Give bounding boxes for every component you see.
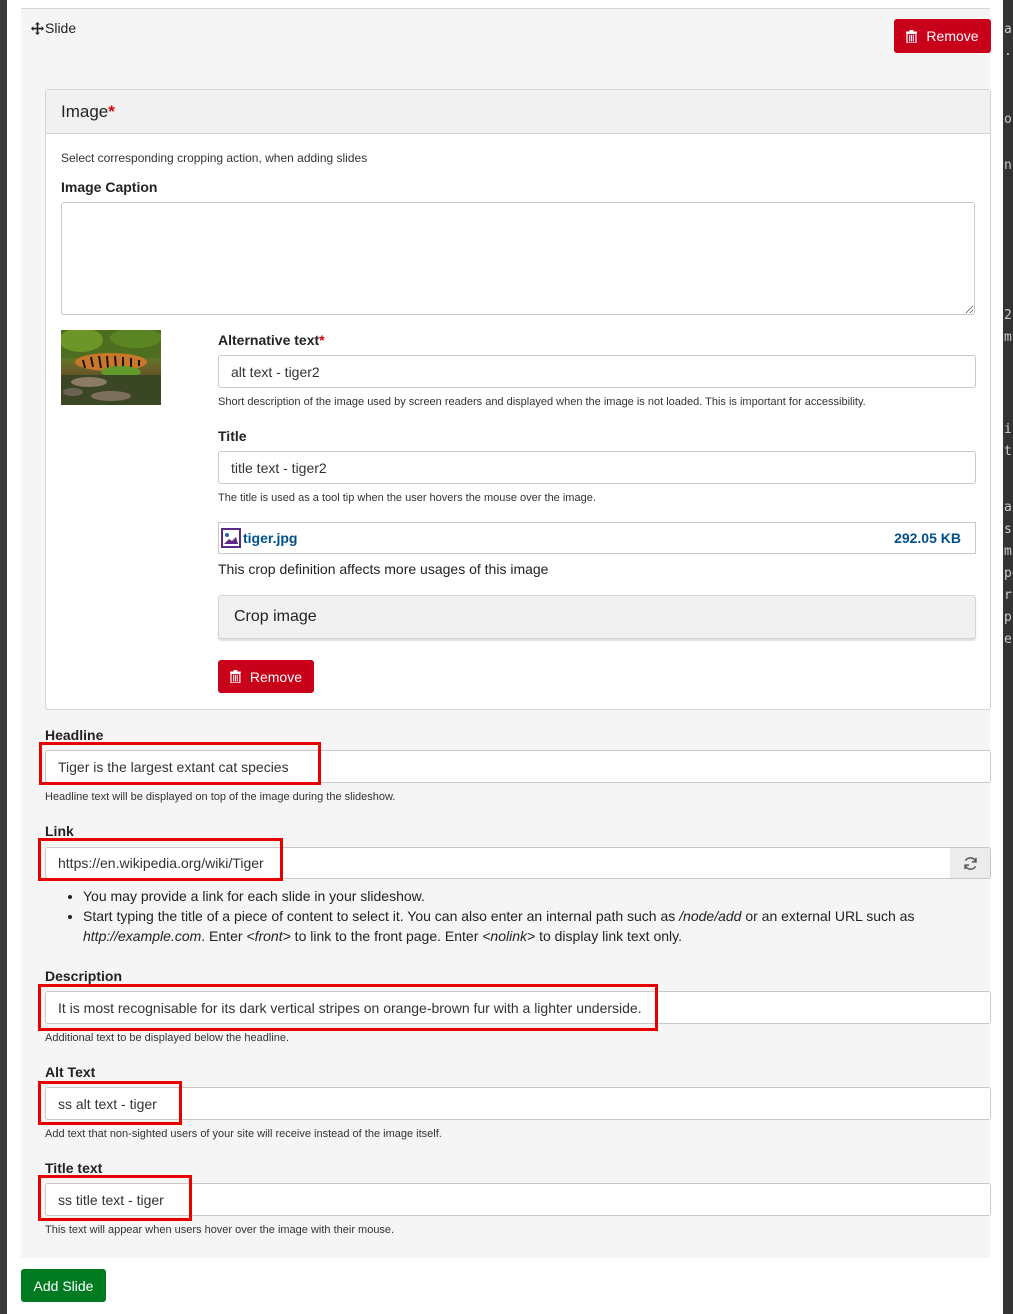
alternative-text-help: Short description of the image used by s…: [218, 396, 866, 408]
crop-note: This crop definition affects more usages…: [218, 561, 549, 577]
background-text-fragment: or: [1004, 112, 1013, 127]
alt-text-label: Alt Text: [45, 1064, 96, 1080]
background-text-fragment: a: [1004, 500, 1012, 515]
image-caption-textarea[interactable]: [61, 202, 975, 315]
link-help-item: You may provide a link for each slide in…: [83, 886, 957, 906]
title-help: The title is used as a tool tip when the…: [218, 492, 596, 504]
background-text-fragment: t: [1004, 444, 1012, 459]
background-text-fragment: n's: [1004, 158, 1013, 173]
trash-icon: [906, 29, 918, 43]
required-marker: *: [108, 102, 115, 121]
title-text-input[interactable]: ss title text - tiger: [45, 1183, 991, 1216]
tiger-image: [61, 330, 161, 405]
file-row: tiger.jpg 292.05 KB: [218, 522, 976, 554]
move-icon: [31, 21, 44, 35]
background-text-fragment: pe: [1004, 566, 1013, 581]
title-input[interactable]: title text - tiger2: [218, 451, 976, 484]
remove-image-label: Remove: [249, 668, 302, 685]
background-text-fragment: i: [1004, 422, 1012, 437]
alternative-text-label: Alternative text*: [218, 332, 325, 348]
alt-text-help: Add text that non-sighted users of your …: [45, 1128, 442, 1140]
background-text-fragment: m: [1004, 544, 1012, 559]
cropping-note: Select corresponding cropping action, wh…: [61, 151, 368, 165]
add-slide-button[interactable]: Add Slide: [21, 1269, 106, 1302]
background-text-fragment: a: [1004, 22, 1012, 37]
background-text-fragment: .p: [1004, 44, 1013, 59]
description-label: Description: [45, 968, 123, 984]
link-label: Link: [45, 823, 74, 839]
slide-drag-handle[interactable]: Slide: [31, 20, 76, 36]
image-fieldset: Image* Select corresponding cropping act…: [45, 89, 991, 710]
image-legend: Image*: [46, 90, 990, 134]
file-name-link[interactable]: tiger.jpg: [243, 530, 297, 546]
alt-text-input[interactable]: ss alt text - tiger: [45, 1087, 991, 1120]
crop-image-toggle[interactable]: Crop image: [218, 595, 976, 639]
title-label: Title: [218, 428, 247, 444]
background-text-fragment: s: [1004, 522, 1012, 537]
file-size: 292.05 KB: [894, 530, 961, 546]
background-text-fragment: m: [1004, 330, 1012, 345]
remove-slide-label: Remove: [926, 28, 979, 44]
link-help-item: Start typing the title of a piece of con…: [83, 906, 957, 946]
remove-slide-button[interactable]: Remove: [894, 19, 991, 53]
background-text-fragment: 2: [1004, 308, 1012, 323]
remove-image-button[interactable]: Remove: [218, 660, 314, 693]
title-text-help: This text will appear when users hover o…: [45, 1224, 395, 1236]
headline-help: Headline text will be displayed on top o…: [45, 791, 396, 803]
refresh-icon: [963, 856, 977, 870]
image-legend-text: Image: [61, 102, 109, 121]
image-file-icon: [221, 528, 241, 548]
background-text-fragment: rr: [1004, 588, 1013, 603]
headline-input[interactable]: Tiger is the largest extant cat species: [45, 750, 991, 783]
image-thumbnail: [61, 330, 161, 405]
alternative-text-input[interactable]: alt text - tiger2: [218, 355, 976, 388]
link-autocomplete-addon[interactable]: [950, 847, 991, 879]
trash-icon: [230, 670, 241, 683]
headline-label: Headline: [45, 727, 104, 743]
background-text-fragment: e: [1004, 632, 1012, 647]
link-help-list: You may provide a link for each slide in…: [67, 886, 957, 946]
title-text-label: Title text: [45, 1160, 103, 1176]
slide-label: Slide: [45, 20, 77, 36]
left-background-strip: [0, 0, 7, 1314]
description-help: Additional text to be displayed below th…: [45, 1032, 290, 1044]
slide-panel: Slide Remove Image* Select corresponding…: [21, 9, 991, 1258]
right-background-strip: a .p or n's 2 m i t a s m pe rr pc e: [1003, 0, 1013, 1314]
background-text-fragment: pc: [1004, 610, 1013, 625]
description-input[interactable]: It is most recognisable for its dark ver…: [45, 991, 991, 1024]
link-input[interactable]: https://en.wikipedia.org/wiki/Tiger: [45, 847, 951, 879]
image-caption-label: Image Caption: [61, 179, 158, 195]
